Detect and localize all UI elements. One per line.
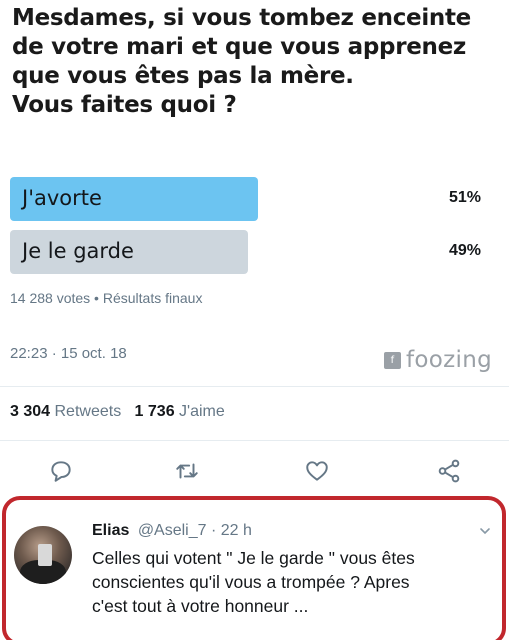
tweet-timestamp[interactable]: 22:23 · 15 oct. 18 xyxy=(10,345,127,362)
poll-option-javorte[interactable]: J'avorte 51% xyxy=(10,177,495,221)
share-icon[interactable] xyxy=(436,458,462,484)
tweet-stats: 3 304 Retweets 1 736 J'aime xyxy=(10,403,225,421)
poll-option-je-le-garde[interactable]: Je le garde 49% xyxy=(10,230,495,274)
reply-author-name[interactable]: Elias xyxy=(92,522,129,539)
reply-icon[interactable] xyxy=(48,458,74,484)
reply-header: Elias @Aseli_7 · 22 h xyxy=(92,522,252,540)
poll-option-percent: 51% xyxy=(448,189,481,206)
question-line: Vous faites quoi ? xyxy=(12,92,237,118)
watermark-logo-icon: f xyxy=(384,351,401,369)
reply-text-line: conscientes qu'il vous a trompée ? Apres xyxy=(92,572,410,592)
reply-text: Celles qui votent " Je le garde " vous ê… xyxy=(92,546,497,618)
poll-option-label: J'avorte xyxy=(22,186,102,210)
reply-text-line: c'est tout à votre honneur ... xyxy=(92,596,309,616)
retweet-icon[interactable] xyxy=(174,458,200,484)
watermark-text: foozing xyxy=(406,347,492,373)
question-line: de votre mari et que vous apprenez xyxy=(12,34,466,60)
watermark: f foozing xyxy=(384,345,492,375)
retweets-count: 3 304 xyxy=(10,403,51,420)
like-icon[interactable] xyxy=(304,458,330,484)
poll-summary: 14 288 votes • Résultats finaux xyxy=(10,290,203,306)
question-line: Mesdames, si vous tombez enceinte xyxy=(12,5,471,31)
reply-text-line: Celles qui votent " Je le garde " vous ê… xyxy=(92,548,415,568)
retweets-stat[interactable]: 3 304 Retweets xyxy=(10,403,121,420)
likes-count: 1 736 xyxy=(134,403,175,420)
divider xyxy=(0,440,509,441)
tweet-question: Mesdames, si vous tombez enceinte de vot… xyxy=(12,4,502,120)
reply-author-handle[interactable]: @Aseli_7 · 22 h xyxy=(138,522,252,539)
poll-option-label: Je le garde xyxy=(22,239,134,263)
likes-stat[interactable]: 1 736 J'aime xyxy=(135,403,225,420)
reply-tweet[interactable]: Elias @Aseli_7 · 22 h Celles qui votent … xyxy=(2,496,506,640)
chevron-down-icon[interactable] xyxy=(478,524,492,538)
avatar[interactable] xyxy=(14,526,72,584)
avatar-phone xyxy=(38,544,52,566)
tweet-actions xyxy=(0,458,509,488)
retweets-label: Retweets xyxy=(54,403,122,420)
likes-label: J'aime xyxy=(179,403,225,420)
divider xyxy=(0,386,509,387)
question-line: que vous êtes pas la mère. xyxy=(12,63,354,89)
poll-option-percent: 49% xyxy=(448,242,481,259)
